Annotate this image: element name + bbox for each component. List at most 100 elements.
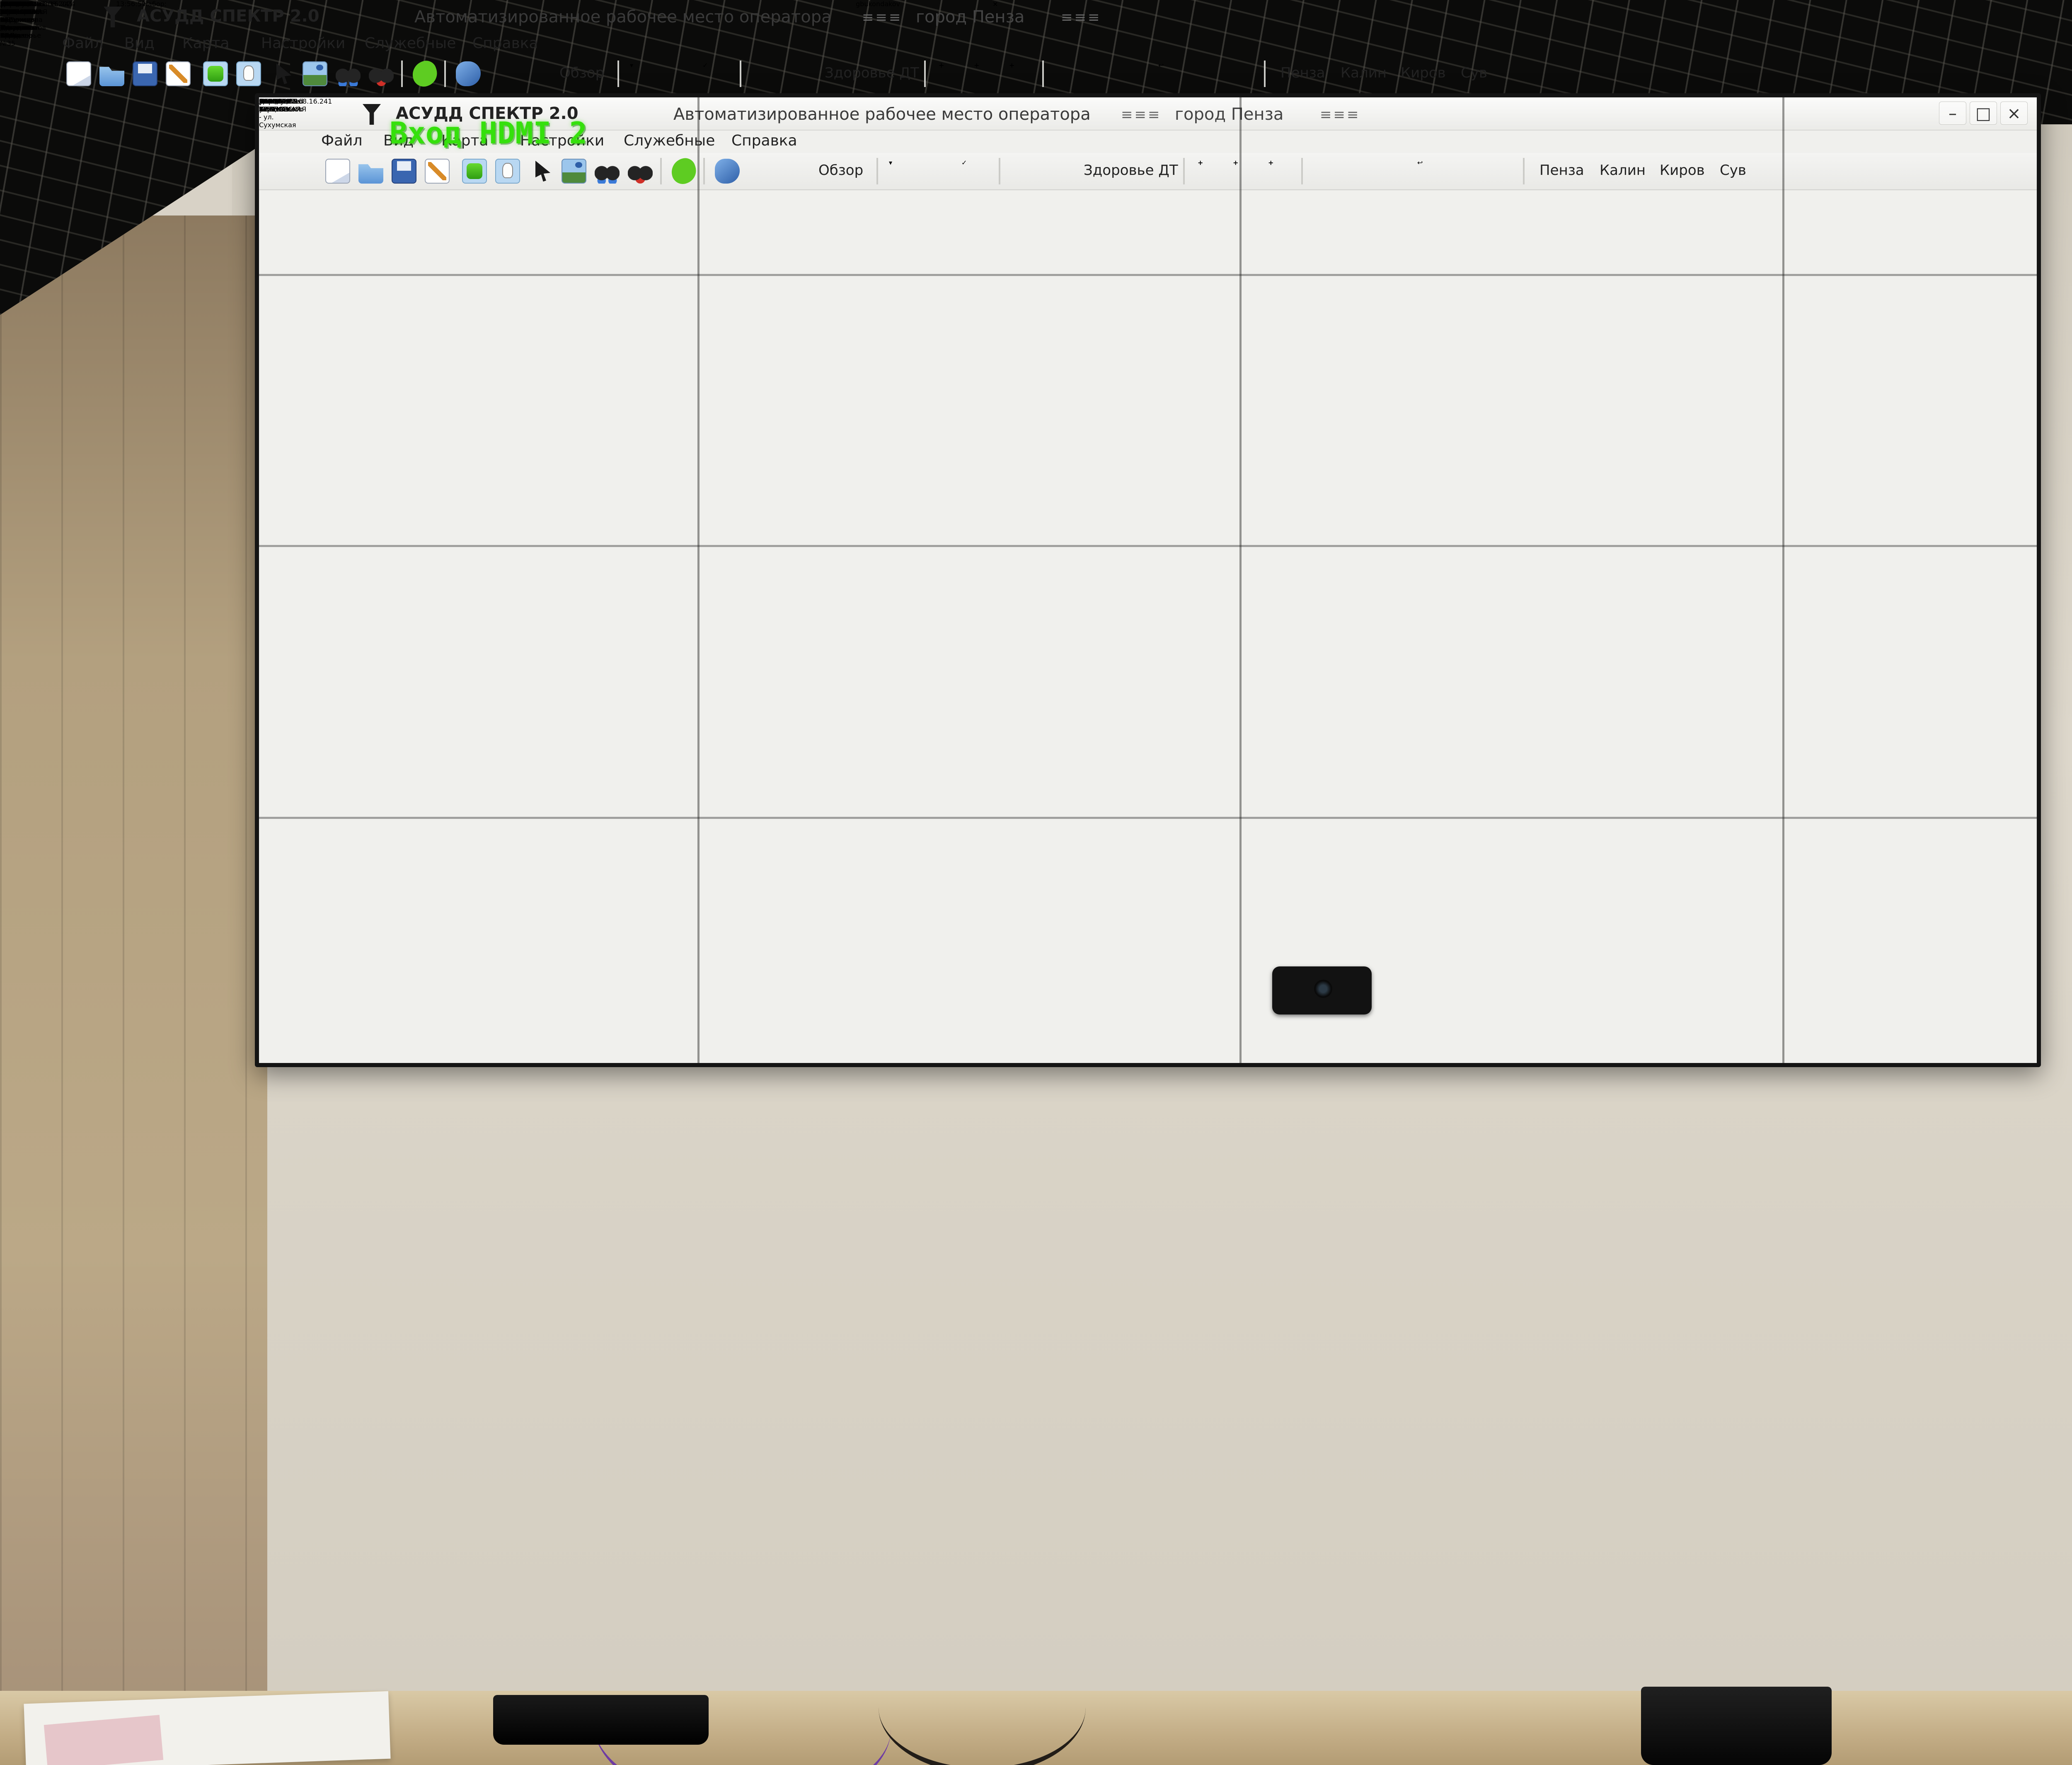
- filter-off-icon[interactable]: [928, 159, 953, 184]
- menu-help[interactable]: Справка: [731, 132, 797, 149]
- globe-marker-icon[interactable]: [1488, 159, 1513, 184]
- save-icon[interactable]: [392, 159, 416, 184]
- username: gbukondakov: [856, 0, 900, 8]
- traffic-light-blue-icon[interactable]: [715, 159, 740, 184]
- wall-bezel: [1239, 97, 1242, 1063]
- health-button[interactable]: Здоровье ДТ: [825, 65, 919, 81]
- new-icon[interactable]: [325, 159, 350, 184]
- wall-bezel: [1782, 97, 1784, 1063]
- zoom-add-icon[interactable]: +: [1198, 159, 1222, 184]
- open-icon[interactable]: [358, 159, 383, 184]
- pan-hand-icon[interactable]: [495, 159, 520, 184]
- globe-marker-icon[interactable]: [1229, 61, 1254, 86]
- menu-file[interactable]: Файл: [62, 35, 103, 52]
- junction-icon[interactable]: [1011, 159, 1036, 184]
- menu-settings[interactable]: Настройки: [261, 35, 345, 52]
- menu-service[interactable]: Служебные: [624, 132, 715, 149]
- video-wall: АСУДД СПЕКТР 2.0 Автоматизированное рабо…: [255, 93, 2041, 1067]
- overview-button[interactable]: Обзор: [818, 162, 863, 179]
- minimize-button[interactable]: –: [1939, 102, 1966, 125]
- city-kirov-button[interactable]: Киров: [1660, 162, 1705, 179]
- pan-hand-icon[interactable]: [236, 61, 261, 86]
- filter-off-icon[interactable]: [669, 61, 694, 86]
- menu-service[interactable]: Служебные: [365, 35, 456, 52]
- health-button[interactable]: Здоровье ДТ: [1084, 162, 1178, 179]
- menu-view[interactable]: Вид: [124, 35, 155, 52]
- route-icon[interactable]: [787, 61, 812, 86]
- cursor-tool-icon[interactable]: [271, 61, 296, 86]
- ellipse-add-icon[interactable]: +: [974, 61, 999, 86]
- title-decor: ≡≡≡: [862, 9, 902, 26]
- ellipse-add-icon[interactable]: +: [1233, 159, 1258, 184]
- wall-bezel: [259, 817, 2037, 819]
- map-label-street: ул. Терновского: [259, 97, 303, 113]
- search-binoculars-icon[interactable]: [595, 159, 620, 184]
- title-decor: ≡≡≡: [1121, 107, 1161, 123]
- traffic-light-orange-icon[interactable]: [781, 159, 806, 184]
- map-marker-icon[interactable]: [1090, 61, 1115, 86]
- imagery-icon[interactable]: [562, 159, 586, 184]
- title-decor: ≡≡≡: [1320, 107, 1360, 123]
- edit-icon[interactable]: [425, 159, 450, 184]
- map-marker-icon[interactable]: [1349, 159, 1374, 184]
- zoom-add-icon[interactable]: +: [939, 61, 963, 86]
- city-penza-button[interactable]: Пенза: [1280, 65, 1325, 81]
- toolbar: Обзор ▾ ✓ Здоровье ДТ + + + ↩ Пенза Кали…: [259, 153, 2037, 190]
- save-icon[interactable]: [133, 61, 157, 86]
- workspace-name: город Пенза: [916, 7, 1024, 27]
- map-open-icon[interactable]: [1055, 61, 1080, 86]
- menu-file[interactable]: Файл: [321, 132, 362, 149]
- wall-bezel: [697, 97, 700, 1063]
- filter-apply-icon[interactable]: ✓: [961, 159, 986, 184]
- close-button[interactable]: ×: [2000, 102, 2028, 125]
- select-mode-icon[interactable]: [203, 61, 228, 86]
- edit-icon[interactable]: [166, 61, 191, 86]
- menu-map[interactable]: Карта: [182, 35, 230, 52]
- wall-bezel: [259, 274, 2037, 276]
- city-penza-button[interactable]: Пенза: [1539, 162, 1584, 179]
- select-mode-icon[interactable]: [462, 159, 487, 184]
- monitor-stand: [1641, 1687, 1832, 1765]
- overview-button[interactable]: Обзор: [559, 65, 604, 81]
- wood-wall: [0, 215, 267, 1699]
- cursor-tool-icon[interactable]: [530, 159, 555, 184]
- undo-icon[interactable]: ↩: [1158, 61, 1183, 86]
- asudd-app-window: АСУДД СПЕКТР 2.0 Автоматизированное рабо…: [259, 97, 2037, 1063]
- globe-icon[interactable]: [1452, 159, 1477, 184]
- filter-apply-icon[interactable]: ✓: [702, 61, 727, 86]
- search-alerts-icon[interactable]: [628, 159, 653, 184]
- title-decor: ≡≡≡: [1061, 9, 1101, 26]
- new-icon[interactable]: [66, 61, 91, 86]
- map-3d-icon[interactable]: [1125, 61, 1150, 86]
- traffic-light-green-icon[interactable]: [748, 159, 773, 184]
- taskbar-clock[interactable]: 13:5621.08.2024: [0, 0, 38, 16]
- map-open-icon[interactable]: [1314, 159, 1339, 184]
- junction-icon[interactable]: [752, 61, 777, 86]
- signal-add-icon[interactable]: +: [1268, 159, 1293, 184]
- map-3d-icon[interactable]: [1384, 159, 1409, 184]
- app-logo-icon: [363, 104, 381, 125]
- filter-icon[interactable]: ▾: [889, 159, 914, 184]
- globe-icon[interactable]: [1193, 61, 1218, 86]
- app-title: АСУДД СПЕКТР 2.0: [137, 7, 320, 26]
- city-suv-button[interactable]: Сув: [1720, 162, 1746, 179]
- workspace-name: город Пенза: [1175, 105, 1283, 124]
- app-subtitle: Автоматизированное рабочее место операто…: [414, 7, 832, 27]
- control-room-photo: АСУДД СПЕКТР 2.0 Автоматизированное рабо…: [0, 0, 2072, 1765]
- city-kalin-button[interactable]: Калин: [1600, 162, 1646, 179]
- signal-add-icon[interactable]: +: [1009, 61, 1034, 86]
- city-suv-button[interactable]: Сув: [1461, 65, 1487, 81]
- monitor-stand: [493, 1695, 709, 1745]
- city-kirov-button[interactable]: Киров: [1401, 65, 1446, 81]
- zone-icon[interactable]: [668, 155, 700, 187]
- imagery-icon[interactable]: [303, 61, 327, 86]
- undo-icon[interactable]: ↩: [1417, 159, 1442, 184]
- search-binoculars-icon[interactable]: [336, 61, 361, 86]
- route-icon[interactable]: [1046, 159, 1071, 184]
- maximize-button[interactable]: □: [1970, 102, 1997, 125]
- filter-icon[interactable]: ▾: [630, 61, 655, 86]
- app-subtitle: Автоматизированное рабочее место операто…: [673, 105, 1091, 124]
- search-alerts-icon[interactable]: [369, 61, 394, 86]
- menu-help[interactable]: Справка: [472, 35, 538, 52]
- city-kalin-button[interactable]: Калин: [1341, 65, 1387, 81]
